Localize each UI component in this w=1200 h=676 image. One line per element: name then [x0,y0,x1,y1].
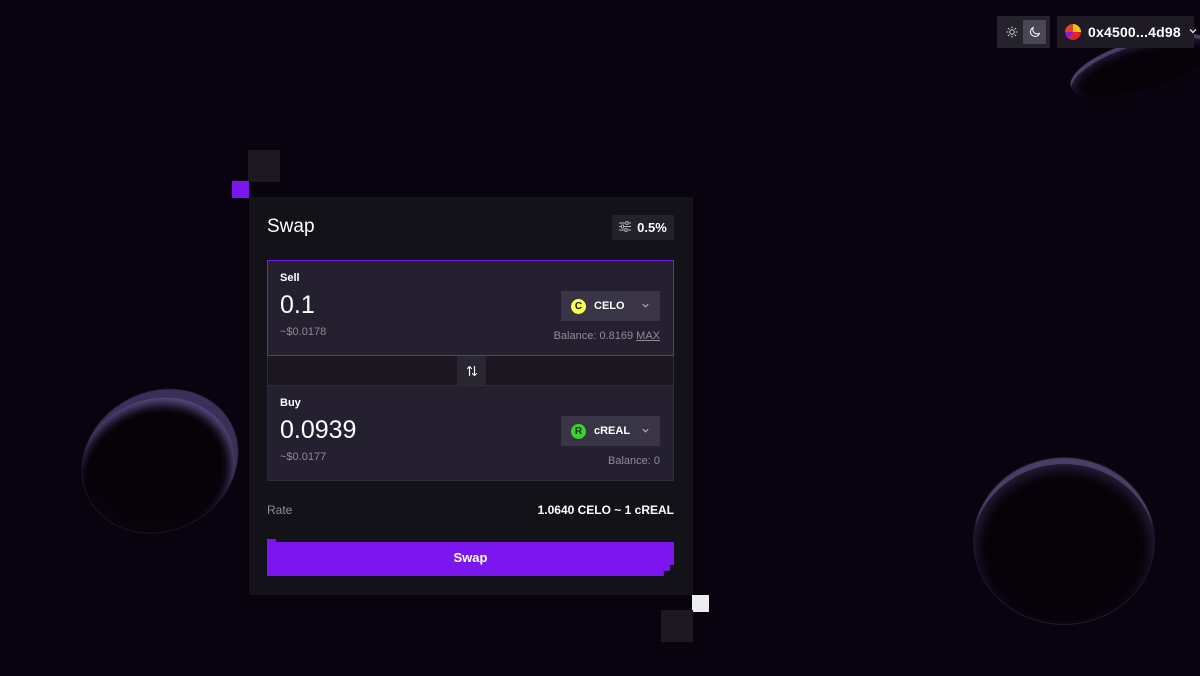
swap-page: 0x4500...4d98 Swap 0.5% Sell 0.1 ~$0.017… [0,0,1200,676]
buy-usd-value: ~$0.0177 [280,451,327,463]
chevron-down-icon [641,301,650,312]
decorative-square [248,150,280,182]
max-button[interactable]: MAX [636,330,660,342]
buy-balance: Balance: 0 [608,455,660,467]
decorative-coin-right [974,458,1154,624]
sliders-icon [619,220,632,235]
chevron-down-icon [641,426,650,437]
moon-icon [1029,26,1040,37]
swap-card: Swap 0.5% Sell 0.1 ~$0.0178 C CELO Balan… [249,197,693,595]
sun-icon [1005,26,1018,38]
wallet-button[interactable]: 0x4500...4d98 [1057,16,1197,48]
buy-token-name: cREAL [594,425,631,437]
sell-usd-value: ~$0.0178 [280,326,327,338]
slippage-value: 0.5% [637,220,667,235]
wallet-avatar [1065,24,1081,40]
sell-balance-text: Balance: 0.8169 [553,330,634,342]
slippage-settings-button[interactable]: 0.5% [612,215,674,240]
light-mode-button[interactable] [1000,20,1023,44]
sell-label: Sell [280,272,300,284]
decorative-square-light [692,595,709,612]
swap-title: Swap [267,216,315,237]
rate-label: Rate [267,503,293,517]
sell-balance: Balance: 0.8169 MAX [554,330,660,342]
decorative-coin-left [56,362,264,560]
decorative-square [661,610,693,642]
decorative-square-accent [232,181,249,198]
theme-toggle [997,16,1050,48]
swap-arrows-icon [466,365,477,376]
flip-row [267,356,674,385]
sell-panel: Sell 0.1 ~$0.0178 C CELO Balance: 0.8169… [267,260,674,356]
wallet-address: 0x4500...4d98 [1088,24,1181,40]
flip-tokens-button[interactable] [457,356,486,385]
buy-label: Buy [280,397,301,409]
swap-button[interactable]: Swap [267,539,674,576]
rate-value: 1.0640 CELO ~ 1 cREAL [537,503,674,517]
chevron-down-icon [1188,26,1198,39]
sell-token-select[interactable]: C CELO [561,291,660,321]
buy-token-select[interactable]: R cREAL [561,416,660,446]
dark-mode-button[interactable] [1023,20,1046,44]
sell-token-name: CELO [594,300,625,312]
sell-amount-input[interactable]: 0.1 [280,291,315,320]
buy-amount-output[interactable]: 0.0939 [280,416,356,445]
buy-panel: Buy 0.0939 ~$0.0177 R cREAL Balance: 0 [267,385,674,481]
celo-icon: C [571,298,586,314]
creal-icon: R [571,423,586,439]
